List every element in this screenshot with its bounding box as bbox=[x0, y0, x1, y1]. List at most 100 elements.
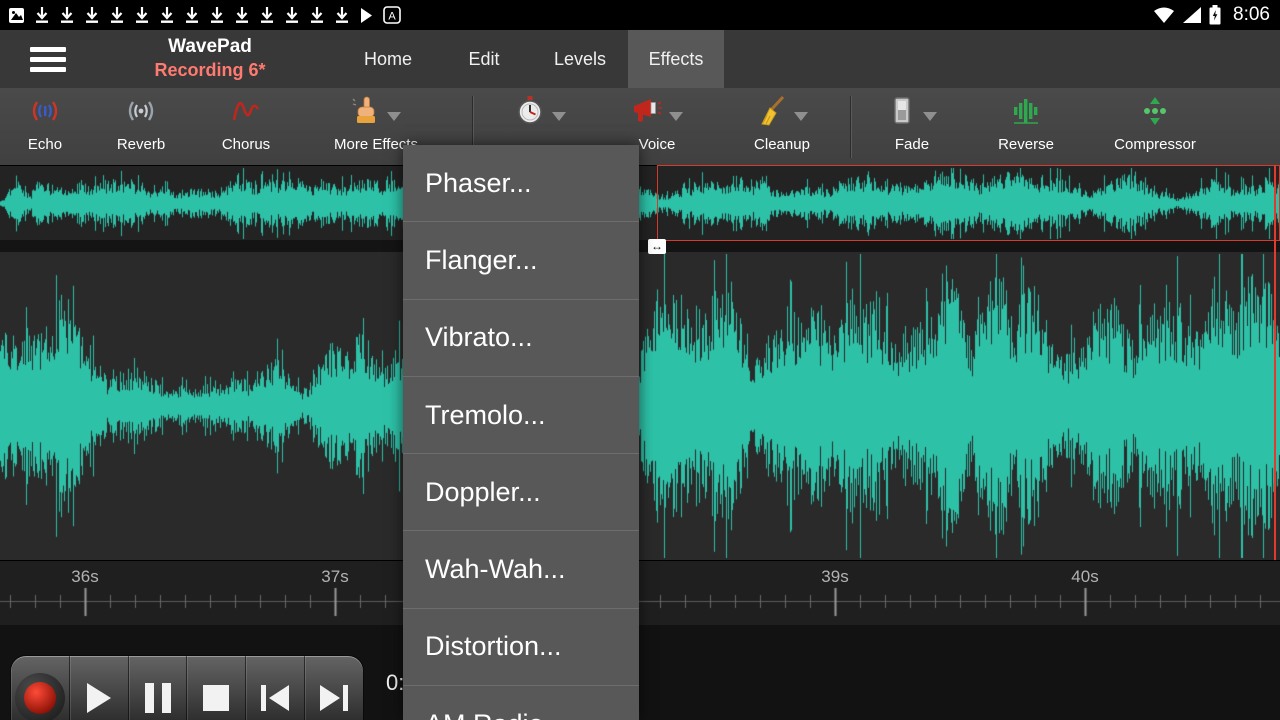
toolbar-button-label: Reverb bbox=[117, 136, 165, 153]
menu-item-flanger[interactable]: Flanger... bbox=[403, 222, 639, 299]
play-icon bbox=[359, 5, 374, 25]
download-icon bbox=[209, 5, 225, 25]
chevron-down-icon[interactable] bbox=[794, 112, 808, 121]
pause-button[interactable] bbox=[129, 656, 188, 720]
chorus-icon bbox=[230, 96, 262, 131]
timeline-ruler bbox=[0, 585, 1280, 626]
record-button[interactable] bbox=[11, 656, 70, 720]
download-icon bbox=[334, 5, 350, 25]
toolbar-button-fade[interactable]: Fade bbox=[868, 92, 956, 162]
skip-to-start-icon bbox=[261, 685, 289, 711]
screenshot-icon bbox=[8, 5, 25, 25]
record-icon bbox=[15, 673, 65, 720]
download-icon bbox=[159, 5, 175, 25]
toolbar-separator bbox=[850, 96, 851, 158]
timeline-label: 39s bbox=[821, 567, 848, 587]
menu-item-wah-wah[interactable]: Wah-Wah... bbox=[403, 531, 639, 608]
wifi-icon bbox=[1153, 5, 1175, 25]
header-tabs: HomeEditLevelsEffects bbox=[340, 30, 724, 88]
download-icon bbox=[84, 5, 100, 25]
compressor-icon bbox=[1139, 95, 1171, 132]
tab-effects[interactable]: Effects bbox=[628, 30, 724, 88]
reverse-icon bbox=[1010, 96, 1042, 131]
status-bar: A 8:06 bbox=[0, 0, 1280, 30]
transport-panel bbox=[10, 655, 364, 720]
transport-area: 0: bbox=[0, 625, 1280, 720]
document-title: Recording 6* bbox=[110, 59, 310, 82]
menu-item-doppler[interactable]: Doppler... bbox=[403, 454, 639, 531]
system-icons bbox=[1153, 5, 1231, 25]
tab-edit[interactable]: Edit bbox=[436, 30, 532, 88]
broom-icon bbox=[756, 95, 788, 132]
waveform-divider bbox=[0, 240, 1280, 252]
notification-icons: A bbox=[0, 5, 1153, 25]
download-icon bbox=[59, 5, 75, 25]
download-icon bbox=[184, 5, 200, 25]
megaphone-icon bbox=[631, 96, 663, 131]
toolbar-button-label: Compressor bbox=[1114, 136, 1196, 153]
effects-dropdown-menu: Phaser...Flanger...Vibrato...Tremolo...D… bbox=[403, 145, 639, 720]
echo-icon bbox=[29, 96, 61, 131]
svg-text:A: A bbox=[388, 11, 396, 23]
toolbar-button-label: Cleanup bbox=[754, 136, 810, 153]
letter-a-icon: A bbox=[383, 5, 401, 25]
timeline[interactable]: 36s 37s 39s 40s bbox=[0, 560, 1280, 626]
menu-item-distortion[interactable]: Distortion... bbox=[403, 609, 639, 686]
wavepad-screen: A 8:06 WavePad Recording 6* HomeEditLeve… bbox=[0, 0, 1280, 720]
download-icon bbox=[34, 5, 50, 25]
timeline-label: 37s bbox=[321, 567, 348, 587]
timeline-label: 40s bbox=[1071, 567, 1098, 587]
battery-icon bbox=[1209, 5, 1221, 25]
toolbar-button-label: Chorus bbox=[222, 136, 270, 153]
toolbar-button-label: Reverse bbox=[998, 136, 1054, 153]
tab-home[interactable]: Home bbox=[340, 30, 436, 88]
download-icon bbox=[234, 5, 250, 25]
chevron-down-icon[interactable] bbox=[387, 112, 401, 121]
menu-item-tremolo[interactable]: Tremolo... bbox=[403, 377, 639, 454]
menu-item-vibrato[interactable]: Vibrato... bbox=[403, 300, 639, 377]
download-icon bbox=[109, 5, 125, 25]
position-time-display: 0: bbox=[386, 670, 404, 696]
chevron-down-icon[interactable] bbox=[923, 112, 937, 121]
toolbar-button-echo[interactable]: Echo bbox=[5, 92, 85, 162]
next-button[interactable] bbox=[305, 656, 363, 720]
main-waveform-area[interactable] bbox=[0, 252, 1280, 560]
toolbar-button-reverb[interactable]: Reverb bbox=[98, 92, 184, 162]
title-block: WavePad Recording 6* bbox=[110, 34, 310, 82]
toolbar-button-label: Voice bbox=[639, 136, 676, 153]
download-icon bbox=[284, 5, 300, 25]
clock-text: 8:06 bbox=[1233, 4, 1270, 26]
selection-handle-icon[interactable]: ↔ bbox=[648, 239, 666, 254]
overview-selection-box[interactable] bbox=[657, 165, 1280, 241]
stop-icon bbox=[203, 685, 229, 711]
hamburger-menu-icon[interactable] bbox=[30, 43, 70, 75]
download-icon bbox=[309, 5, 325, 25]
toolbar-button-reverse[interactable]: Reverse bbox=[978, 92, 1074, 162]
pause-icon bbox=[145, 683, 171, 713]
toolbar-button-cleanup[interactable]: Cleanup bbox=[729, 92, 835, 162]
app-header: WavePad Recording 6* HomeEditLevelsEffec… bbox=[0, 30, 1280, 88]
playhead-line bbox=[1274, 165, 1276, 560]
menu-item-phaser[interactable]: Phaser... bbox=[403, 145, 639, 222]
hand-icon bbox=[351, 95, 381, 132]
toolbar-button-chorus[interactable]: Chorus bbox=[200, 92, 292, 162]
clock-icon bbox=[514, 95, 546, 132]
toolbar-button-label: Echo bbox=[28, 136, 62, 153]
timeline-label: 36s bbox=[71, 567, 98, 587]
fade-icon bbox=[887, 95, 917, 132]
previous-button[interactable] bbox=[246, 656, 305, 720]
skip-to-end-icon bbox=[320, 685, 348, 711]
toolbar-button-compressor[interactable]: Compressor bbox=[1096, 92, 1214, 162]
main-waveform[interactable] bbox=[0, 252, 1280, 560]
chevron-down-icon[interactable] bbox=[669, 112, 683, 121]
signal-icon bbox=[1182, 5, 1202, 25]
chevron-down-icon[interactable] bbox=[552, 112, 566, 121]
toolbar-button-label: Fade bbox=[895, 136, 929, 153]
menu-item-am-radio[interactable]: AM Radio... bbox=[403, 686, 639, 720]
play-button[interactable] bbox=[70, 656, 129, 720]
stop-button[interactable] bbox=[187, 656, 246, 720]
tab-levels[interactable]: Levels bbox=[532, 30, 628, 88]
reverb-icon bbox=[125, 96, 157, 131]
download-icon bbox=[259, 5, 275, 25]
app-title: WavePad bbox=[110, 34, 310, 59]
